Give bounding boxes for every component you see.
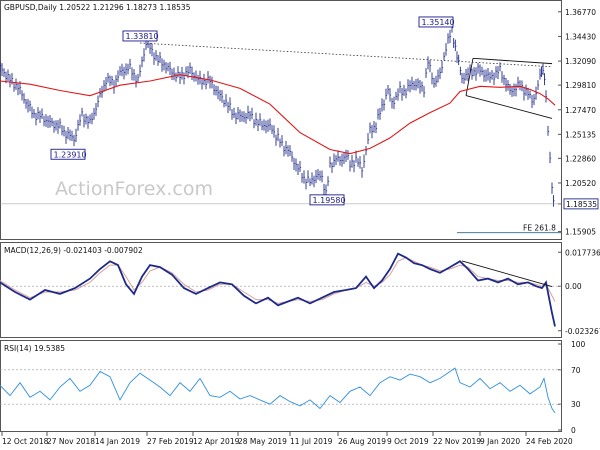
x-tick-label: 12 Oct 2018	[2, 437, 49, 446]
macd-y-axis: 0.017736 0.00 -0.023267	[558, 248, 600, 336]
channel-upper-line	[472, 57, 553, 65]
watermark: ActionForex.com	[55, 178, 213, 200]
price-tick-label: 1.29810	[565, 81, 596, 90]
price-tick-label: 1.22860	[565, 154, 596, 163]
x-tick-label: 9 Jan 2020	[480, 437, 520, 446]
x-tick-label: 11 Jul 2019	[290, 437, 333, 446]
rsi-plot-area	[0, 367, 561, 414]
macd-tick-label: -0.023267	[565, 327, 600, 336]
rsi-tick-label: 100	[571, 340, 586, 349]
x-tick-label: 14 Jan 2019	[95, 437, 140, 446]
macd-tick-label: 0.00	[565, 282, 582, 291]
macd-panel-frame	[0, 242, 562, 338]
price-tick-label: 1.15905	[565, 228, 596, 237]
price-callout-label: 1.23910	[54, 150, 87, 159]
rsi-tick-label: 70	[571, 366, 581, 375]
x-tick-label: 22 Nov 2019	[433, 437, 481, 446]
price-annotations: 1.33810 1.23910 1.19580 1.35140	[50, 16, 455, 206]
price-tick-label: 1.20520	[565, 179, 596, 188]
rsi-panel-frame	[0, 340, 562, 432]
price-callout-label: 1.35140	[422, 18, 455, 27]
x-tick-label: 28 May 2019	[238, 437, 287, 446]
x-tick-label: 26 Aug 2019	[338, 437, 386, 446]
rsi-panel-title: RSI(14) 19.5385	[4, 344, 65, 353]
price-panel-title: GBPUSD,Daily 1.20522 1.21296 1.18273 1.1…	[4, 3, 191, 12]
rsi-y-axis: 100 70 30 0	[558, 340, 586, 435]
moving-average-line	[0, 74, 556, 155]
current-price-label: 1.18535	[566, 200, 597, 209]
rsi-line	[0, 367, 556, 414]
price-tick-label: 1.27470	[565, 106, 596, 115]
macd-tick-label: 0.017736	[565, 248, 600, 257]
price-tick-label: 1.36770	[565, 8, 596, 17]
x-tick-label: 27 Nov 2018	[47, 437, 95, 446]
price-tick-label: 1.32090	[565, 57, 596, 66]
x-tick-label: 24 Feb 2020	[526, 437, 573, 446]
x-tick-label: 27 Feb 2019	[147, 437, 194, 446]
x-axis: 12 Oct 201827 Nov 2018 14 Jan 2019 27 Feb …	[1, 432, 573, 446]
price-tick-label: 1.25135	[565, 130, 596, 139]
macd-plot-area	[0, 252, 561, 327]
price-callout-label: 1.19580	[313, 196, 346, 205]
macd-panel-title: MACD(12,26,9) -0.021403 -0.007902	[4, 246, 143, 255]
price-tick-label: 1.34430	[565, 32, 596, 41]
price-callout-label: 1.33810	[126, 32, 159, 41]
fe-level-label: FE 261.8	[523, 224, 556, 233]
macd-signal-line	[0, 256, 556, 304]
price-plot-area: FE 261.8 1.18535	[0, 23, 599, 234]
resistance-trendline	[139, 42, 553, 68]
channel-lower-line	[465, 95, 553, 119]
x-tick-label: 9 Oct 2019	[387, 437, 429, 446]
x-tick-label: 12 Apr 2019	[193, 437, 240, 446]
chart-root: ActionForex.com GBPUSD,Daily 1.20522 1.2…	[0, 0, 600, 446]
rsi-tick-label: 30	[571, 400, 581, 409]
rsi-tick-label: 0	[571, 426, 576, 435]
macd-line	[0, 252, 556, 327]
